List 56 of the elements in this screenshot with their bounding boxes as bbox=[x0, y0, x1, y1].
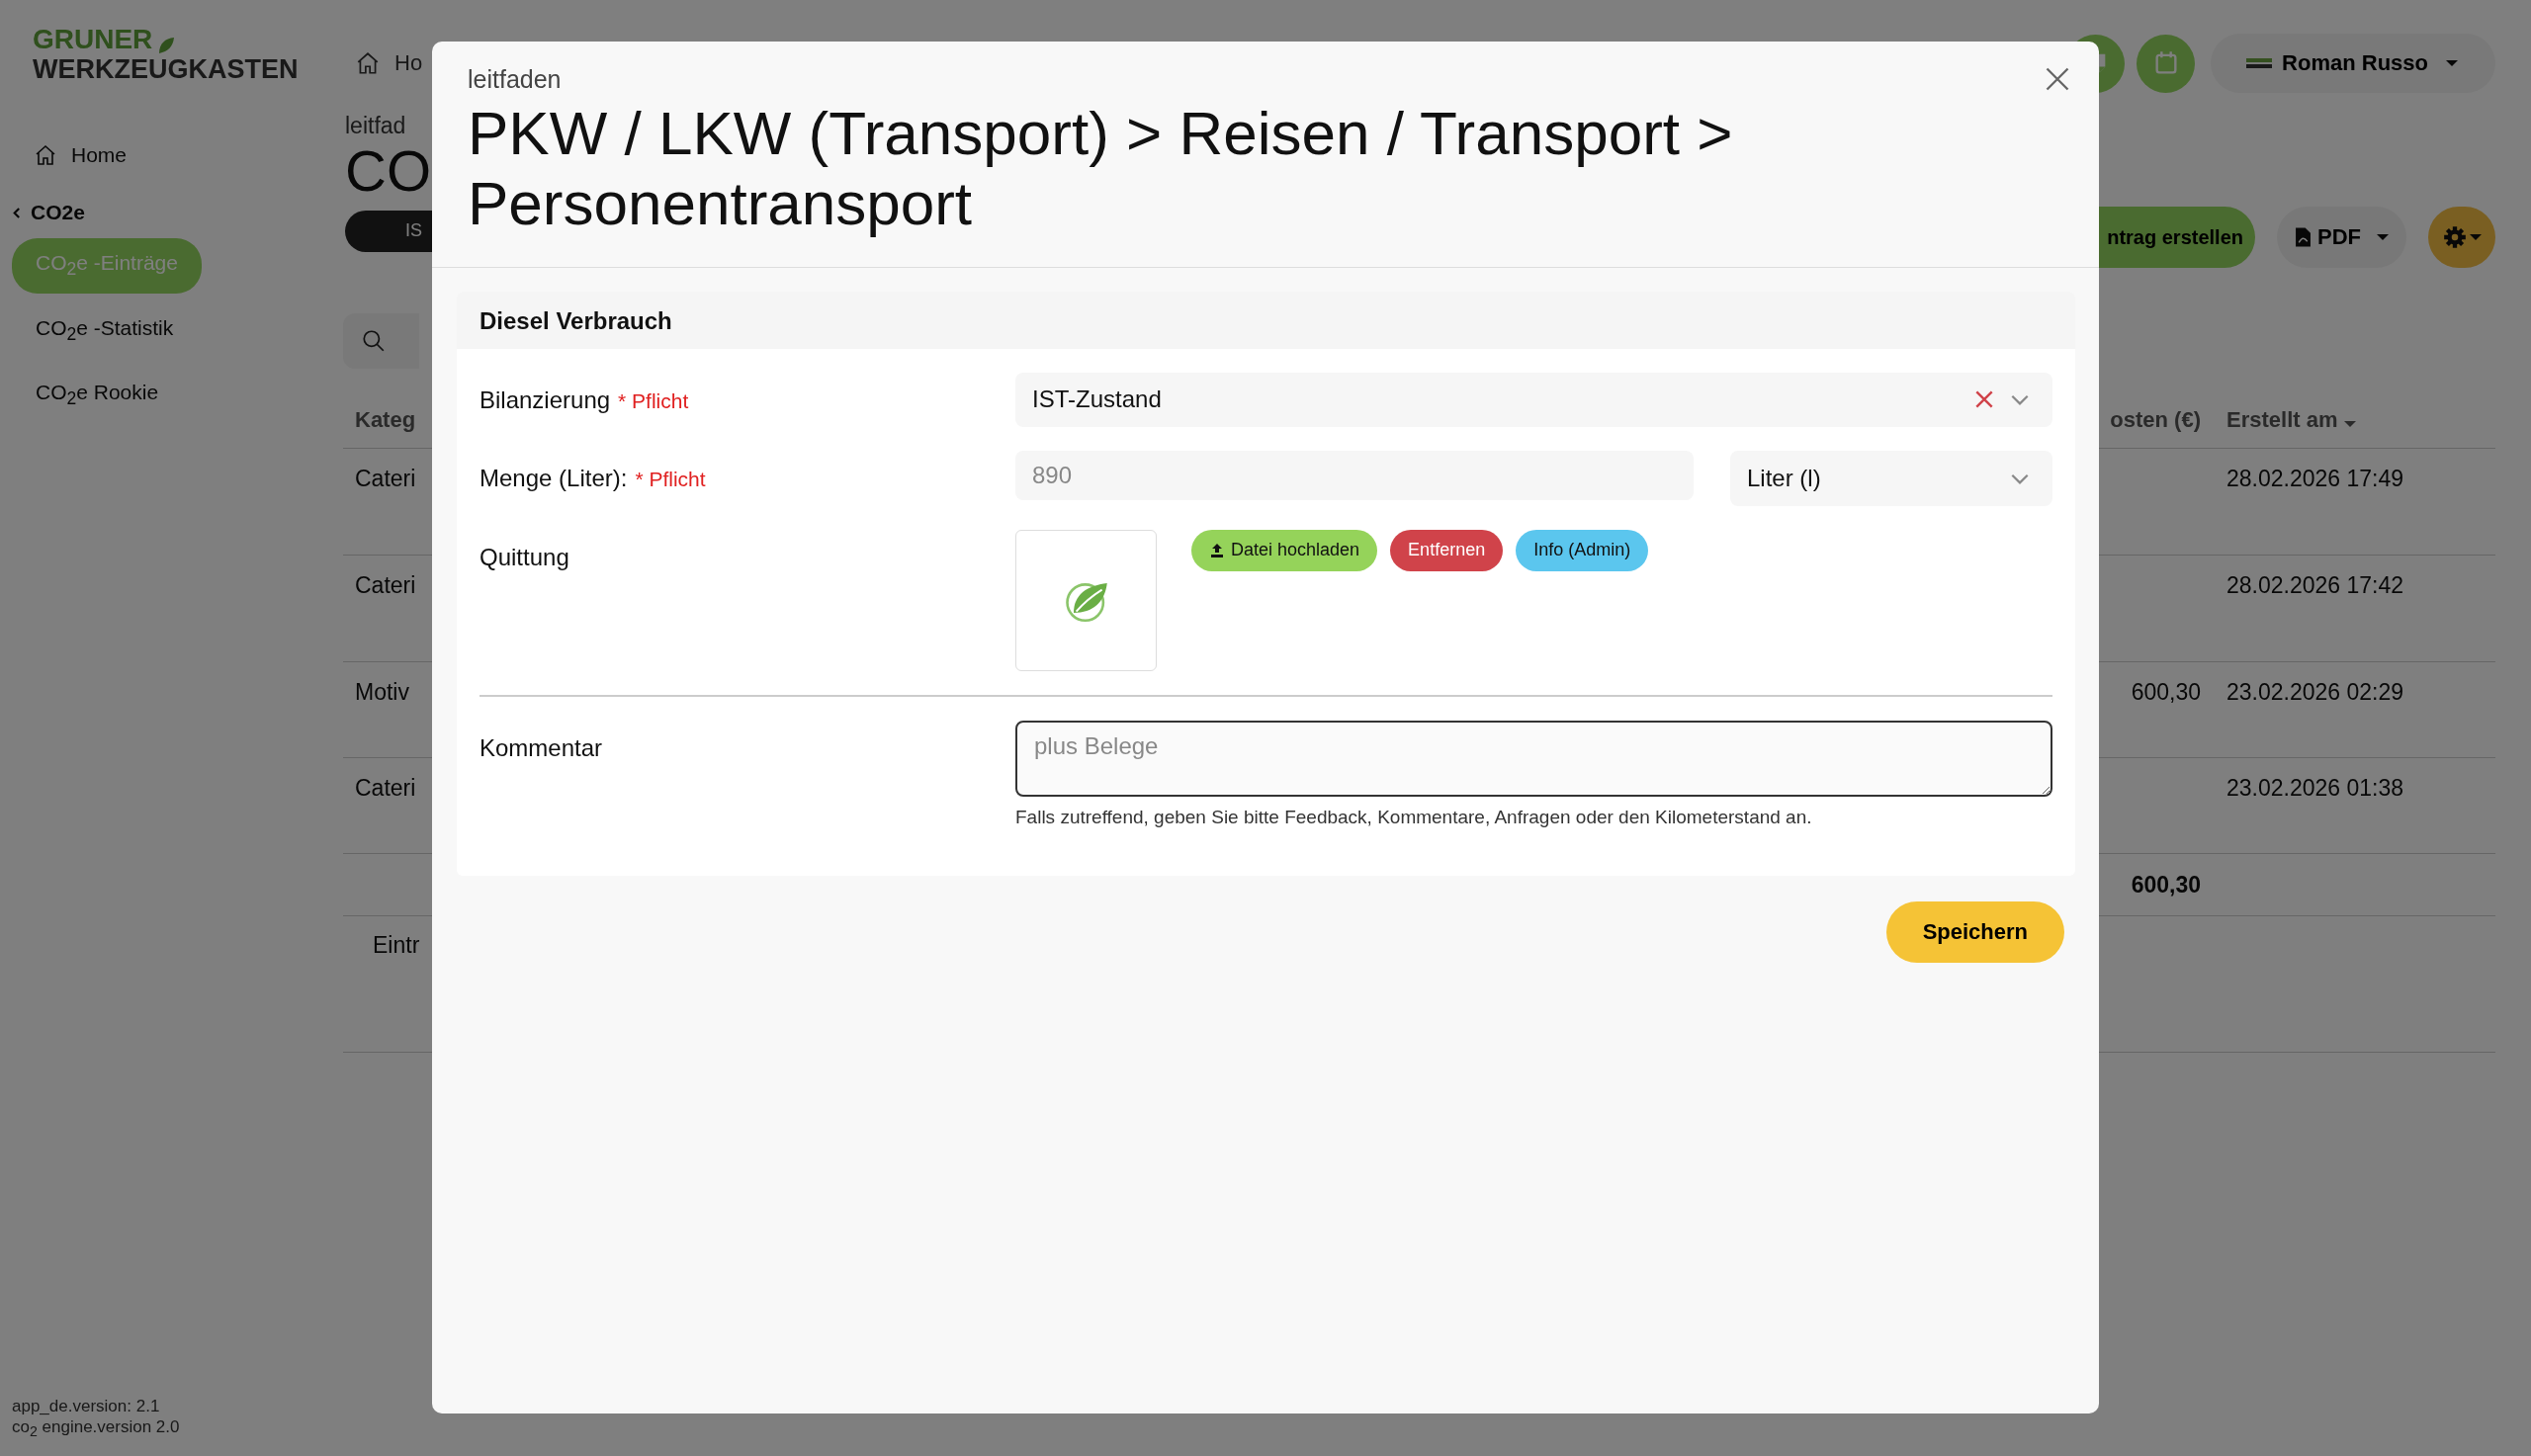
required-text: * Pflicht bbox=[618, 388, 689, 413]
breadcrumb-link[interactable]: Ho bbox=[394, 50, 423, 76]
logo: GRUNER WERKZEUGKASTEN bbox=[33, 25, 299, 85]
required-text: * Pflicht bbox=[635, 467, 706, 491]
search-icon bbox=[361, 328, 387, 354]
table-cell: 600,30 bbox=[2131, 679, 2201, 705]
entries-text: Eintr bbox=[373, 932, 420, 959]
column-header[interactable]: Kateg bbox=[355, 407, 416, 433]
search-field[interactable] bbox=[343, 313, 419, 369]
caret-icon bbox=[2470, 234, 2482, 240]
amount-input[interactable]: 890 bbox=[1015, 450, 1694, 500]
table-cell-text: 23.02.2026 02:29 bbox=[2226, 679, 2405, 706]
gear-icon bbox=[2442, 224, 2468, 250]
modal-overline: leitfaden bbox=[468, 65, 562, 94]
modal-title: PKW / LKW (Transport) > Reisen / Transport > Personentransport bbox=[468, 98, 1734, 239]
sidebar-item[interactable]: CO$_{2}$e Rookie bbox=[12, 367, 183, 423]
table-cell: Cateri bbox=[355, 466, 416, 492]
table-cell-text: 28.02.2026 17:49 bbox=[2226, 466, 2405, 492]
table-cell-text: 23.02.2026 01:38 bbox=[2226, 775, 2405, 802]
caret-icon bbox=[2377, 234, 2389, 240]
sort-icon[interactable] bbox=[2343, 421, 2356, 427]
menu-group[interactable]: CO2e bbox=[12, 201, 85, 225]
table-cell-text: 28.02.2026 17:42 bbox=[2226, 572, 2405, 599]
sidebar-item[interactable]: CO$_{2}$e -Statistik bbox=[12, 302, 198, 358]
filter-pill[interactable]: IS bbox=[345, 210, 432, 252]
section-title: Diesel Verbrauch bbox=[457, 291, 2075, 349]
home-link[interactable]: Home bbox=[34, 143, 128, 168]
home-icon bbox=[355, 50, 381, 76]
version-text: co$_{2}$ engine.version 2.0 bbox=[12, 1416, 181, 1440]
chevron-icon bbox=[12, 207, 21, 219]
table-cell: Cateri bbox=[355, 572, 416, 599]
home-icon bbox=[34, 143, 57, 168]
total-cell-text: 600,30 bbox=[2130, 871, 2201, 899]
user-menu[interactable]: Roman Russo bbox=[2211, 34, 2495, 93]
caret-icon bbox=[2446, 60, 2458, 66]
column-header[interactable]: Erstellt am bbox=[2226, 407, 2495, 433]
pdf-button[interactable]: PDF bbox=[2277, 207, 2406, 268]
field-label: Quittung bbox=[480, 543, 569, 571]
field-label: Menge (Liter): bbox=[480, 464, 628, 492]
table-cell: Motiv bbox=[355, 679, 409, 706]
file-button[interactable]: Info (Admin) bbox=[1516, 529, 1649, 571]
field-label: Kommentar bbox=[480, 733, 603, 762]
unit-select[interactable]: Liter (l) bbox=[1730, 450, 2052, 506]
save-button[interactable]: Speichern bbox=[1885, 900, 2064, 963]
field-label: Bilanzierung bbox=[480, 385, 611, 414]
comment-field[interactable]: plus Belege bbox=[1015, 720, 2052, 797]
upload-icon bbox=[1209, 542, 1225, 558]
pdf-file-icon bbox=[2295, 226, 2312, 248]
version-text: app_de.version: 2.1 bbox=[12, 1397, 161, 1417]
page-overline: leitfad bbox=[345, 113, 406, 139]
page-title: CO bbox=[345, 139, 431, 203]
select-field[interactable]: IST-Zustand bbox=[1015, 372, 2052, 427]
file-button[interactable]: Datei hochladen bbox=[1191, 529, 1378, 571]
file-button[interactable]: Entfernen bbox=[1390, 529, 1504, 571]
help-text: Falls zutreffend, geben Sie bitte Feedback, Kommentare, Anfragen oder den Kilometerstand an. bbox=[1015, 806, 1813, 828]
table-cell: Cateri bbox=[355, 775, 416, 802]
